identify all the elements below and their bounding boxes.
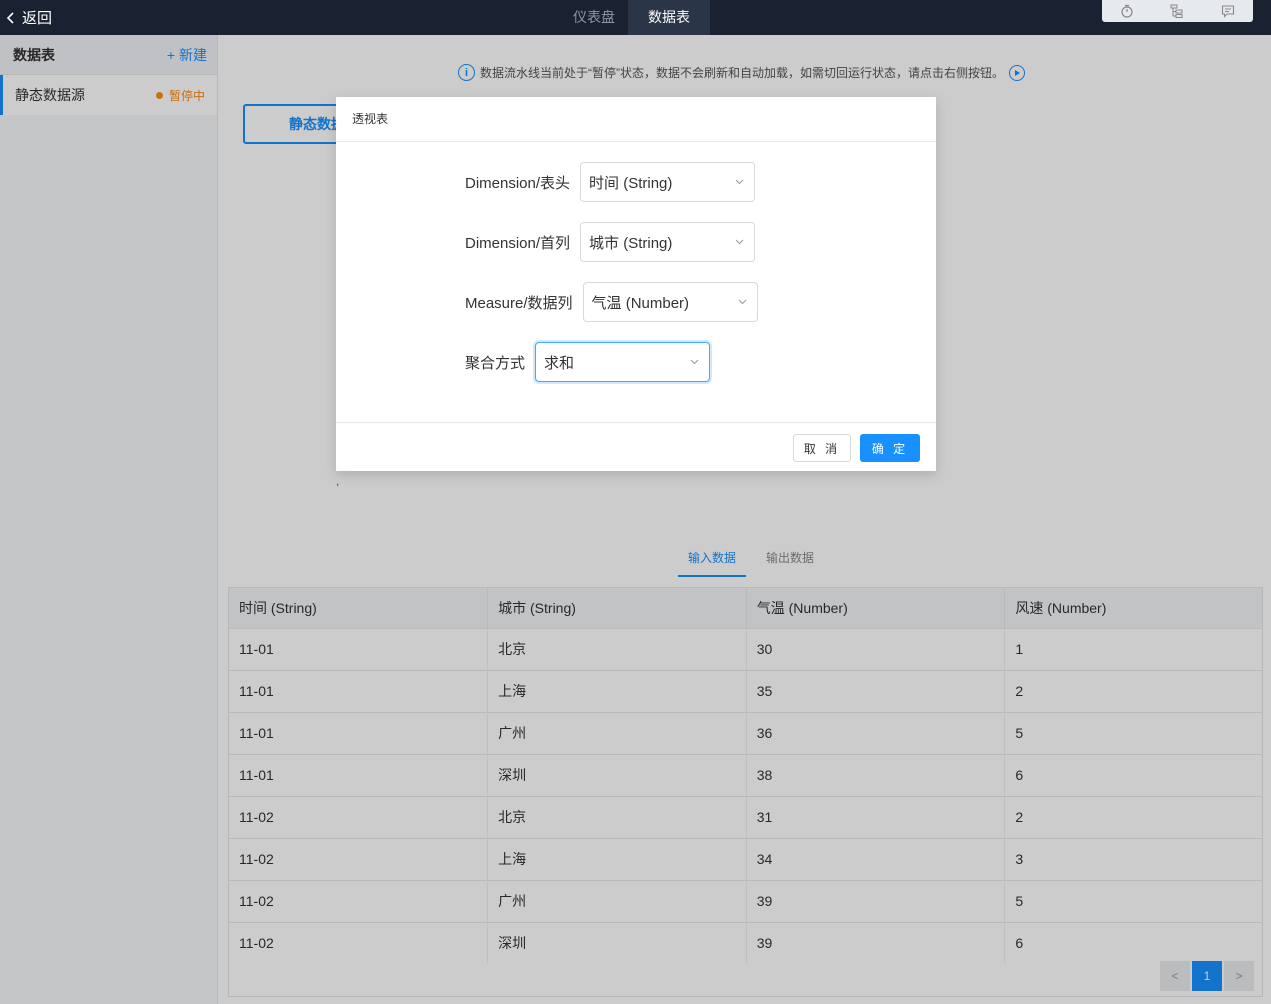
select-value: 城市 (String) [589, 234, 673, 252]
dialog-title: 透视表 [336, 97, 936, 142]
chevron-down-icon [738, 299, 746, 305]
timer-icon[interactable] [1119, 3, 1135, 19]
field-label: Dimension/表头 [465, 174, 571, 192]
tree-icon[interactable] [1169, 3, 1185, 19]
comment-icon[interactable] [1220, 3, 1236, 19]
select-value: 气温 (Number) [591, 294, 690, 312]
field-row-first-column-dimension: Dimension/首列 城市 (String) [465, 222, 756, 262]
chevron-left-icon [6, 11, 14, 24]
back-button[interactable]: 返回 [6, 0, 52, 35]
dialog-footer: 取 消 确 定 [336, 422, 936, 471]
top-bar: 返回 仪表盘 数据表 [0, 0, 1271, 35]
chevron-down-icon [735, 179, 744, 185]
aggregation-select[interactable]: 求和 [535, 342, 711, 382]
field-label: Dimension/首列 [465, 234, 571, 252]
back-label: 返回 [22, 10, 53, 27]
chevron-down-icon [735, 239, 744, 245]
cancel-button[interactable]: 取 消 [793, 434, 851, 462]
measure-select[interactable]: 气温 (Number) [582, 282, 758, 322]
header-dimension-select[interactable]: 时间 (String) [580, 162, 756, 202]
top-tabs: 仪表盘 数据表 [560, 0, 710, 35]
field-label: 聚合方式 [465, 354, 526, 372]
confirm-button[interactable]: 确 定 [860, 434, 920, 462]
field-row-header-dimension: Dimension/表头 时间 (String) [465, 162, 756, 202]
select-value: 时间 (String) [589, 174, 673, 192]
first-column-dimension-select[interactable]: 城市 (String) [580, 222, 756, 262]
chevron-down-icon [690, 359, 699, 365]
field-row-aggregation: 聚合方式 求和 [465, 342, 711, 382]
tab-datatable[interactable]: 数据表 [628, 0, 710, 35]
tab-dashboard[interactable]: 仪表盘 [560, 0, 628, 35]
field-row-measure: Measure/数据列 气温 (Number) [465, 282, 758, 322]
toolbar [1102, 0, 1253, 22]
select-value: 求和 [544, 354, 575, 372]
field-label: Measure/数据列 [465, 294, 573, 312]
pivot-table-dialog: 透视表 Dimension/表头 时间 (String) Dimension/首… [336, 97, 936, 471]
